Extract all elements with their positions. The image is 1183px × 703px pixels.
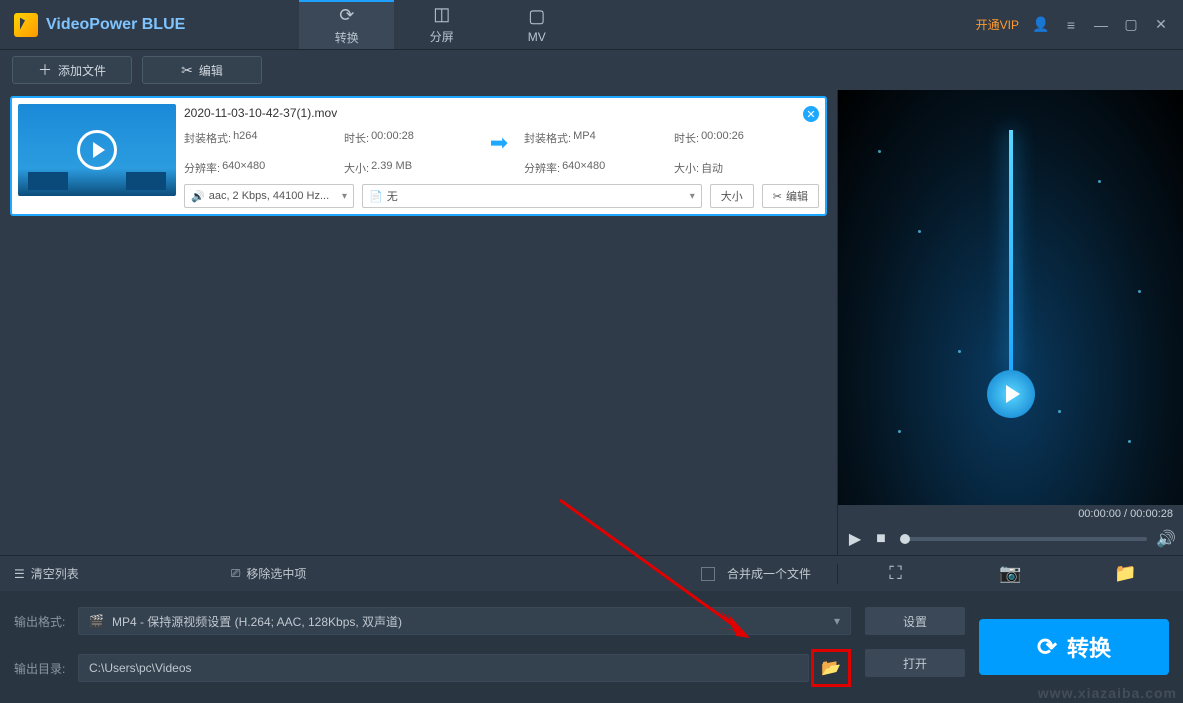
remove-selected-button[interactable]: ⎚ 移除选中项 [231,565,307,582]
edit-button[interactable]: ✂ 编辑 [142,56,262,84]
plus-icon: ＋ [38,60,52,80]
maximize-icon[interactable]: ▢ [1123,17,1139,33]
filename: 2020-11-03-10-42-37(1).mov [184,106,337,122]
thumbnail[interactable] [18,104,176,196]
vip-link[interactable]: 开通VIP [976,16,1019,33]
browse-folder-button[interactable]: 📂 [814,654,848,682]
player-controls: ▶ ■ 🔊 [838,523,1183,555]
output-dir-input[interactable]: C:\Users\pc\Videos [78,654,809,682]
remove-icon: ⎚ [231,566,241,581]
dst-res-label: 分辨率: [524,160,560,176]
output-dir-label: 输出目录: [14,660,70,677]
settings-button[interactable]: 设置 [865,607,965,635]
particles-decoration [838,90,1183,505]
output-format-select[interactable]: 🎬 MP4 - 保持源视频设置 (H.264; AAC, 128Kbps, 双声… [78,607,851,635]
checkbox-icon [701,567,715,581]
bolt-icon [14,13,38,37]
dst-format: MP4 [573,130,596,156]
src-format-label: 封装格式: [184,130,231,156]
toolbar: ＋ 添加文件 ✂ 编辑 [0,50,1183,90]
list-icon: ☰ [14,567,25,581]
folder-icon[interactable]: 📁 [1116,564,1136,584]
src-duration: 00:00:28 [371,130,414,156]
src-size-label: 大小: [344,160,369,176]
size-button[interactable]: 大小 [710,184,754,208]
scissors-icon: ✂ [181,62,193,79]
minimize-icon[interactable]: — [1093,17,1109,33]
video-icon: 🎬 [89,614,104,628]
preview-canvas[interactable] [838,90,1183,505]
src-res-label: 分辨率: [184,160,220,176]
chevron-down-icon: ▾ [834,614,840,628]
open-button[interactable]: 打开 [865,649,965,677]
scissors-icon: ✂ [773,190,782,203]
user-icon[interactable]: 👤 [1033,17,1049,33]
file-item[interactable]: 2020-11-03-10-42-37(1).mov ✕ 封装格式: h264 … [10,96,827,216]
dst-size-label: 大小: [674,160,699,176]
dst-duration: 00:00:26 [701,130,744,156]
dst-size: 自动 [701,160,723,176]
tv-icon: ▢ [528,6,545,27]
merge-checkbox[interactable]: 合并成一个文件 [701,565,811,582]
volume-icon[interactable]: 🔊 [1159,532,1173,546]
clear-list-button[interactable]: ☰ 清空列表 [14,565,79,582]
play-icon [77,130,117,170]
output-bar: 输出格式: 🎬 MP4 - 保持源视频设置 (H.264; AAC, 128Kb… [0,591,1183,703]
tab-split[interactable]: ◫ 分屏 [394,0,489,49]
arrow-right-icon: ➡ [474,130,524,156]
output-format-label: 输出格式: [14,613,70,630]
subtitle-icon: 📄 [369,190,383,203]
titlebar: VideoPower BLUE ⟳ 转换 ◫ 分屏 ▢ MV 开通VIP 👤 ≡… [0,0,1183,50]
seek-slider[interactable] [900,537,1147,541]
watermark: www.xiazaiba.com [1038,685,1177,701]
preview-panel: 00:00:00 / 00:00:28 ▶ ■ 🔊 [837,90,1183,555]
split-icon: ◫ [433,4,450,25]
add-file-button[interactable]: ＋ 添加文件 [12,56,132,84]
nav-tabs: ⟳ 转换 ◫ 分屏 ▢ MV [299,0,584,49]
dst-duration-label: 时长: [674,130,699,156]
menu-icon[interactable]: ≡ [1063,17,1079,33]
stop-button[interactable]: ■ [874,532,888,546]
dst-format-label: 封装格式: [524,130,571,156]
src-duration-label: 时长: [344,130,369,156]
speaker-icon: 🔊 [191,190,205,203]
subtitle-select[interactable]: 📄 无 ▾ [362,184,702,208]
audio-select[interactable]: 🔊 aac, 2 Kbps, 44100 Hz... ▾ [184,184,354,208]
list-actions-bar: ☰ 清空列表 ⎚ 移除选中项 合并成一个文件 ⛶ 📷 📁 [0,555,1183,591]
tab-mv[interactable]: ▢ MV [489,0,584,49]
src-format: h264 [233,130,257,156]
time-display: 00:00:00 / 00:00:28 [838,505,1183,523]
crop-icon[interactable]: ⛶ [886,564,906,584]
refresh-icon: ⟳ [1037,633,1057,662]
convert-button[interactable]: ⟳ 转换 [979,619,1169,675]
chevron-down-icon: ▾ [690,191,695,202]
app-title: VideoPower BLUE [46,16,185,34]
src-res: 640×480 [222,160,265,176]
main-area: 2020-11-03-10-42-37(1).mov ✕ 封装格式: h264 … [0,90,1183,555]
chevron-down-icon: ▾ [342,191,347,202]
file-list: 2020-11-03-10-42-37(1).mov ✕ 封装格式: h264 … [0,90,837,555]
camera-icon[interactable]: 📷 [1001,564,1021,584]
highlight-annotation: 📂 [811,649,851,687]
remove-item-button[interactable]: ✕ [803,106,819,122]
refresh-icon: ⟳ [339,5,354,26]
src-size: 2.39 MB [371,160,412,176]
dst-res: 640×480 [562,160,605,176]
close-icon[interactable]: ✕ [1153,17,1169,33]
tab-convert[interactable]: ⟳ 转换 [299,0,394,49]
file-details: 2020-11-03-10-42-37(1).mov ✕ 封装格式: h264 … [184,104,819,208]
play-button[interactable]: ▶ [848,532,862,546]
window-controls: 开通VIP 👤 ≡ — ▢ ✕ [976,16,1183,33]
item-edit-button[interactable]: ✂ 编辑 [762,184,819,208]
app-logo: VideoPower BLUE [0,13,199,37]
